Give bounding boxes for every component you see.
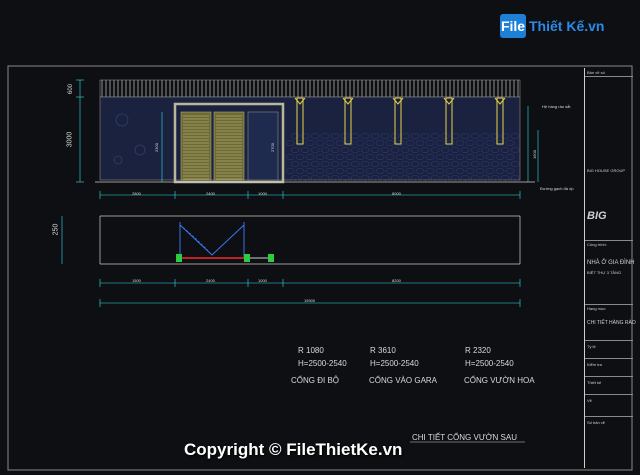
gate-1-name: CỔNG ĐI BỘ — [291, 376, 340, 385]
dim-height-top: 600 — [68, 83, 75, 95]
gate-3-radius: R 2320 — [465, 346, 491, 355]
dim-plan-seg-4: 8200 — [392, 278, 401, 283]
tb-brand: BIG — [587, 210, 607, 222]
dim-seg-3: 1000 — [258, 191, 267, 196]
gate-3-height: H=2500-2540 — [465, 359, 514, 368]
note-railing: Hệ hàng rào sắt — [542, 104, 571, 109]
gate-1-height: H=2500-2540 — [298, 359, 347, 368]
dim-height-gate: 2300 — [153, 143, 159, 152]
gate-2-name: CỔNG VÀO GARA — [369, 376, 438, 385]
post-right — [268, 254, 274, 262]
gate-plan — [99, 215, 521, 265]
tb-row: NHÀ Ở GIA ĐÌNH — [587, 260, 635, 266]
copyright-watermark: Copyright © FileThietKe.vn — [184, 440, 403, 459]
tb-row: Tỷ lệ — [587, 344, 596, 349]
gate-2-height: H=2500-2540 — [370, 359, 419, 368]
dim-seg-4: 8000 — [392, 191, 401, 196]
dim-plan-seg-1: 1500 — [132, 278, 141, 283]
tb-row: Bản vẽ số — [587, 70, 605, 75]
dim-seg-2: 2400 — [206, 191, 215, 196]
logo-badge: File — [500, 14, 526, 38]
tb-row: Vẽ — [587, 398, 592, 403]
watermark-logo: File Thiết Kế.vn — [500, 14, 604, 38]
plan-dims — [61, 216, 521, 307]
tb-row: BIỆT THỰ 3 TẦNG — [587, 270, 622, 275]
dim-plan-seg-3: 1000 — [258, 278, 267, 283]
title-block: Bản vẽ số BIG HOUSE GROUP BIG Công trình… — [584, 68, 636, 468]
tb-row: CHI TIẾT HÀNG RÀO — [587, 320, 636, 326]
dim-height-main: 3000 — [66, 131, 74, 148]
dim-plan-seg-2: 2400 — [206, 278, 215, 283]
cad-drawing — [7, 65, 633, 471]
post-left — [176, 254, 182, 262]
tb-row: Công trình: — [587, 242, 607, 247]
elevation-horizontal-dims — [99, 191, 521, 199]
dim-height-post: 2700 — [269, 143, 275, 152]
dim-height-right: 1600 — [531, 150, 537, 159]
tb-row: Thiết kế — [587, 380, 602, 385]
tb-row: BIG HOUSE GROUP — [587, 168, 626, 173]
tb-row: Số bản vẽ — [587, 420, 606, 425]
drawing-title: CHI TIẾT CỔNG VƯỜN SAU — [412, 433, 517, 442]
dim-plan-total: 15900 — [304, 298, 316, 303]
logo-text: Thiết Kế.vn — [529, 18, 605, 34]
post-middle — [244, 254, 250, 262]
tb-row: Kiểm tra — [587, 362, 602, 367]
cad-drawing-canvas: 600 3000 2300 2700 1600 Hệ hàng rào sắt … — [0, 0, 640, 475]
dim-plan-width: 250 — [52, 223, 60, 236]
gate-swing-lines — [179, 222, 245, 258]
tb-row: Hạng mục: — [587, 306, 607, 311]
gate-1-radius: R 1080 — [298, 346, 324, 355]
gate-2-radius: R 3610 — [370, 346, 396, 355]
fence-railing — [99, 79, 521, 98]
dim-seg-1: 2800 — [132, 191, 141, 196]
gate-3-name: CỔNG VƯỜN HOA — [464, 376, 535, 385]
note-cladding: Đường gạch đá ốp — [540, 186, 574, 191]
